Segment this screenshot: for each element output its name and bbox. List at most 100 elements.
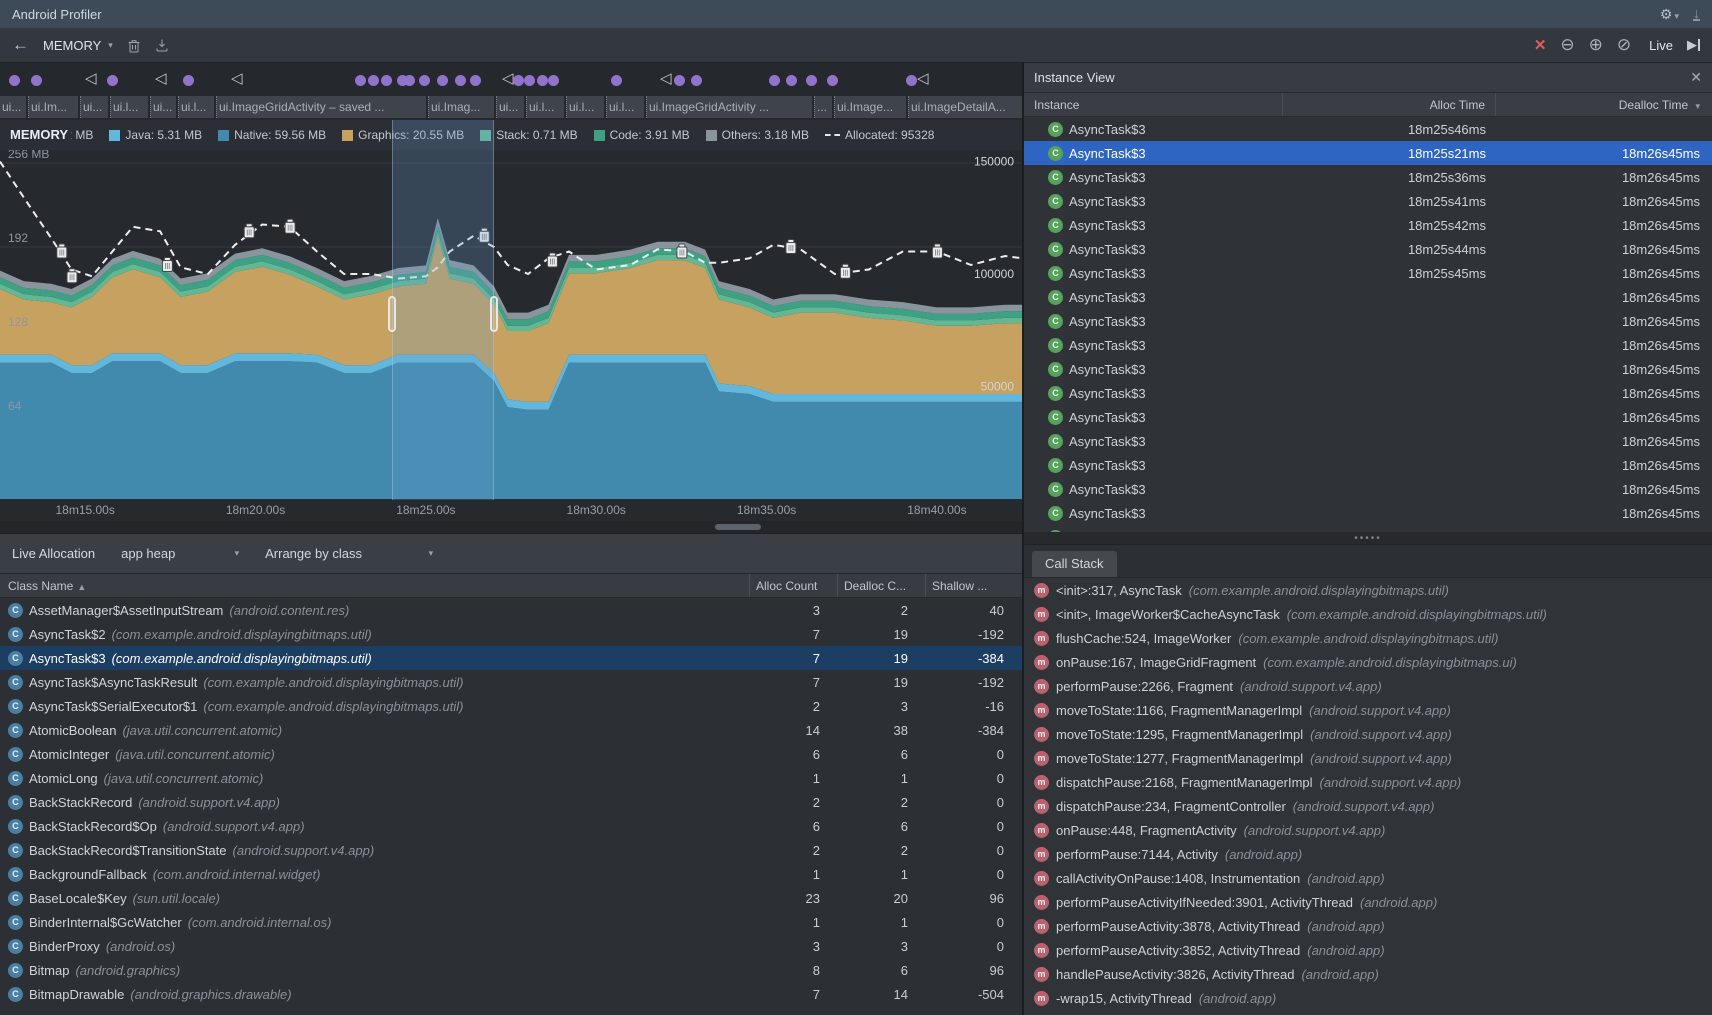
- panel-splitter[interactable]: •••••: [1024, 532, 1712, 545]
- call-stack-frame[interactable]: mdispatchPause:2168, FragmentManagerImpl…: [1024, 770, 1712, 794]
- reset-zoom-button[interactable]: ⊘: [1617, 35, 1631, 55]
- activity-segment[interactable]: ui.ImageDetailA...: [908, 96, 1022, 118]
- end-session-button[interactable]: ✕: [1534, 36, 1547, 54]
- instance-row[interactable]: CAsyncTask$318m25s42ms18m26s45ms: [1024, 213, 1712, 237]
- zoom-in-button[interactable]: ⊕: [1589, 35, 1603, 55]
- activity-segment[interactable]: ui.l...: [110, 96, 148, 118]
- call-stack-frame[interactable]: mhandlePauseActivity:3826, ActivityThrea…: [1024, 962, 1712, 986]
- call-stack-frame[interactable]: m<init>:317, AsyncTask (com.example.andr…: [1024, 578, 1712, 602]
- column-instance[interactable]: Instance: [1024, 93, 1283, 116]
- call-stack-frame[interactable]: mperformPause:7144, Activity (android.ap…: [1024, 842, 1712, 866]
- instance-row[interactable]: CAsyncTask$318m26s45ms: [1024, 429, 1712, 453]
- column-class-name[interactable]: Class Name▲: [0, 574, 750, 597]
- class-row[interactable]: CBackStackRecord$TransitionState(android…: [0, 838, 1022, 862]
- instance-row[interactable]: CAsyncTask$318m26s45ms: [1024, 333, 1712, 357]
- activity-segment[interactable]: ui...: [0, 96, 26, 118]
- settings-gear-icon[interactable]: ⚙▾: [1660, 6, 1679, 23]
- arrange-select[interactable]: Arrange by class ▾: [265, 546, 433, 561]
- zoom-out-button[interactable]: ⊖: [1560, 35, 1574, 55]
- call-stack-frame[interactable]: mmoveToState:1277, FragmentManagerImpl (…: [1024, 746, 1712, 770]
- class-row[interactable]: CAsyncTask$AsyncTaskResult(com.example.a…: [0, 670, 1022, 694]
- activity-segment[interactable]: ui.Im...: [28, 96, 78, 118]
- instance-row[interactable]: CAsyncTask$318m25s46ms: [1024, 117, 1712, 141]
- scrollbar-thumb[interactable]: [715, 524, 761, 530]
- class-row[interactable]: CAsyncTask$SerialExecutor$1(com.example.…: [0, 694, 1022, 718]
- class-row[interactable]: CBitmap(android.graphics)8696: [0, 958, 1022, 982]
- instance-row[interactable]: CAsyncTask$318m25s41ms18m26s45ms: [1024, 189, 1712, 213]
- instance-row[interactable]: CAsyncTask$318m26s45ms: [1024, 357, 1712, 381]
- call-stack-frame[interactable]: mperformPauseActivity:3852, ActivityThre…: [1024, 938, 1712, 962]
- call-stack-frame[interactable]: monPause:167, ImageGridFragment (com.exa…: [1024, 650, 1712, 674]
- activity-segment[interactable]: ui.l...: [526, 96, 564, 118]
- call-stack-frame[interactable]: mmoveToState:1295, FragmentManagerImpl (…: [1024, 722, 1712, 746]
- selection-handle-left[interactable]: [388, 296, 396, 332]
- class-row[interactable]: CAssetManager$AssetInputStream(android.c…: [0, 598, 1022, 622]
- instance-row[interactable]: CAsyncTask$318m26s45ms: [1024, 285, 1712, 309]
- export-icon[interactable]: [155, 38, 169, 53]
- activity-segment[interactable]: ui.Imag...: [428, 96, 494, 118]
- activity-segment[interactable]: ...: [814, 96, 832, 118]
- instance-row[interactable]: CAsyncTask$318m26s45ms: [1024, 477, 1712, 501]
- instance-row[interactable]: CAsyncTask$318m25s45ms18m26s45ms: [1024, 261, 1712, 285]
- selection-overlay[interactable]: [392, 120, 494, 500]
- call-stack-frame[interactable]: mperformPause:2266, Fragment (android.su…: [1024, 674, 1712, 698]
- call-stack-frame[interactable]: mcallActivityOnPause:1408, Instrumentati…: [1024, 866, 1712, 890]
- activity-segment[interactable]: ui...: [80, 96, 108, 118]
- go-live-button[interactable]: ▶: [1687, 37, 1700, 53]
- column-dealloc-time[interactable]: Dealloc Time ▾: [1496, 93, 1712, 116]
- call-stack-frame[interactable]: m<init>, ImageWorker$CacheAsyncTask (com…: [1024, 602, 1712, 626]
- activity-segment[interactable]: ui.Image...: [834, 96, 906, 118]
- profiler-type-select[interactable]: MEMORY ▾: [43, 38, 113, 53]
- call-stack-frame[interactable]: mmoveToState:1166, FragmentManagerImpl (…: [1024, 698, 1712, 722]
- class-row[interactable]: CAtomicInteger(java.util.concurrent.atom…: [0, 742, 1022, 766]
- event-timeline[interactable]: ◁◁◁◁◁◁ ui...ui.Im...ui...ui.l...ui...ui.…: [0, 63, 1022, 120]
- class-row[interactable]: CBackgroundFallback(com.android.internal…: [0, 862, 1022, 886]
- activity-segment[interactable]: ui...: [150, 96, 176, 118]
- activity-segment[interactable]: ui.ImageGridActivity ...: [646, 96, 812, 118]
- class-row[interactable]: CBackStackRecord(android.support.v4.app)…: [0, 790, 1022, 814]
- activity-segment[interactable]: ui.ImageGridActivity – saved ...: [216, 96, 426, 118]
- instance-row[interactable]: CAsyncTask$318m26s45ms: [1024, 309, 1712, 333]
- instance-row[interactable]: CAsyncTask$318m26s45ms: [1024, 501, 1712, 525]
- back-button[interactable]: ←: [12, 35, 29, 55]
- call-stack-frame[interactable]: mperformPauseActivityIfNeeded:3901, Acti…: [1024, 890, 1712, 914]
- activity-segment[interactable]: ui.l...: [606, 96, 644, 118]
- column-shallow-size[interactable]: Shallow ...: [926, 574, 1022, 597]
- class-row[interactable]: CAsyncTask$3(com.example.android.display…: [0, 646, 1022, 670]
- activity-segment[interactable]: ui.l...: [178, 96, 214, 118]
- instance-row[interactable]: CAsyncTask$318m25s44ms18m26s45ms: [1024, 237, 1712, 261]
- column-dealloc-count[interactable]: Dealloc C...: [838, 574, 926, 597]
- call-stack-frame[interactable]: m-wrap15, ActivityThread (android.app): [1024, 986, 1712, 1010]
- tab-call-stack[interactable]: Call Stack: [1032, 551, 1117, 577]
- column-alloc-count[interactable]: Alloc Count: [750, 574, 838, 597]
- class-row[interactable]: CAtomicLong(java.util.concurrent.atomic)…: [0, 766, 1022, 790]
- instance-row[interactable]: CAsyncTask$318m26s45ms: [1024, 453, 1712, 477]
- instance-row[interactable]: CAsyncTask$318m26s45ms: [1024, 381, 1712, 405]
- horizontal-scrollbar[interactable]: [0, 521, 1022, 534]
- trash-icon[interactable]: [127, 38, 141, 53]
- class-row[interactable]: CBaseLocale$Key(sun.util.locale)232096: [0, 886, 1022, 910]
- class-row[interactable]: CBinderInternal$GcWatcher(com.android.in…: [0, 910, 1022, 934]
- call-stack-frame[interactable]: monPause:448, FragmentActivity (android.…: [1024, 818, 1712, 842]
- close-icon[interactable]: ✕: [1690, 69, 1702, 86]
- instance-row[interactable]: CAsyncTask$318m25s21ms18m26s45ms: [1024, 141, 1712, 165]
- class-row[interactable]: CAsyncTask$2(com.example.android.display…: [0, 622, 1022, 646]
- call-stack-frame[interactable]: mperformPauseActivity:3878, ActivityThre…: [1024, 914, 1712, 938]
- activity-segment[interactable]: ui.l...: [566, 96, 604, 118]
- heap-select[interactable]: app heap ▾: [121, 546, 239, 561]
- activity-segment[interactable]: ui...: [496, 96, 524, 118]
- class-row[interactable]: CAtomicBoolean(java.util.concurrent.atom…: [0, 718, 1022, 742]
- column-alloc-time[interactable]: Alloc Time: [1283, 93, 1496, 116]
- class-row[interactable]: CBinderProxy(android.os)330: [0, 934, 1022, 958]
- frame-method: moveToState:1277, FragmentManagerImpl: [1056, 751, 1303, 766]
- class-row[interactable]: CBitmapDrawable(android.graphics.drawabl…: [0, 982, 1022, 1006]
- instance-row[interactable]: CAsyncTask$318m25s36ms18m26s45ms: [1024, 165, 1712, 189]
- class-row[interactable]: CBackStackRecord$Op(android.support.v4.a…: [0, 814, 1022, 838]
- selection-handle-right[interactable]: [490, 296, 498, 332]
- download-icon[interactable]: ↓: [1693, 7, 1700, 21]
- instance-row[interactable]: CAsyncTask$318m26s45ms: [1024, 525, 1712, 532]
- call-stack-frame[interactable]: mdispatchPause:234, FragmentController (…: [1024, 794, 1712, 818]
- instance-row[interactable]: CAsyncTask$318m26s45ms: [1024, 405, 1712, 429]
- call-stack-frame[interactable]: mflushCache:524, ImageWorker (com.exampl…: [1024, 626, 1712, 650]
- memory-chart[interactable]: 256 MB1921286415000010000050000: [0, 150, 1022, 500]
